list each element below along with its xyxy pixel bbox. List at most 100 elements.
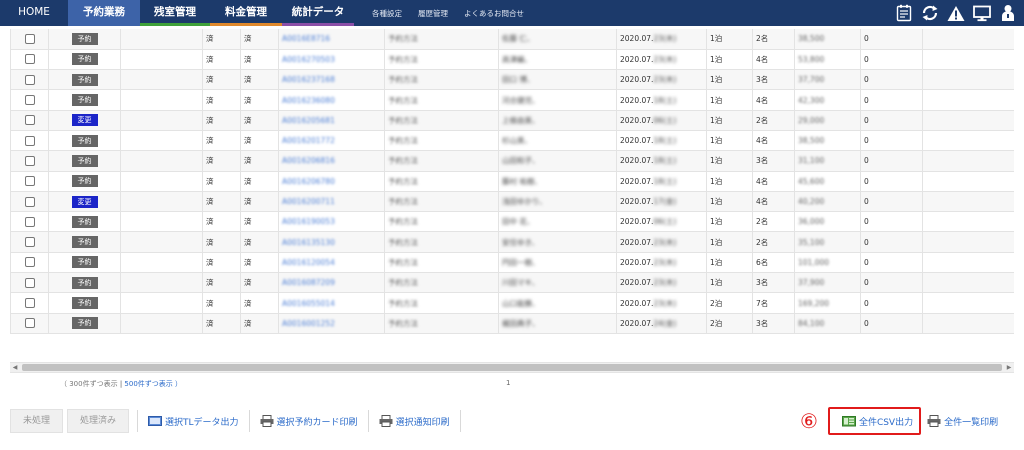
reservation-status-badge[interactable]: 予約 [71,175,98,188]
csv-file-icon [841,415,856,427]
date-cell: 2020.07.18(土) [616,150,707,172]
table-row[interactable]: 予約済済 A0016270503 予約方法 高津編、 2020.07.23(木) 1泊 4名… [10,49,1014,71]
reservation-status-badge[interactable]: 予約 [71,32,98,45]
row-checkbox[interactable] [24,216,35,227]
tab-room-inventory[interactable]: 残室管理 [140,0,210,26]
row-checkbox[interactable] [24,277,35,288]
reservation-type-cell: 予約方法 [384,231,499,253]
tab-pricing[interactable]: 料金管理 [210,0,282,26]
row-checkbox[interactable] [24,115,35,126]
reservation-id-link[interactable]: A0016E8716 [282,34,330,43]
scroll-left-arrow-icon[interactable]: ◀ [10,363,20,372]
selected-tl-output-button[interactable]: 選択TLデータ出力 [142,410,245,432]
table-row[interactable]: 予約済済 A0016087209 予約方法 川田マキ、 2020.07.23(木) 1泊 3… [10,272,1014,294]
reservation-id-link[interactable]: A0016236080 [282,96,335,105]
reservation-status-badge[interactable]: 変更 [71,114,98,127]
reservation-id-link[interactable]: A0016087209 [282,278,335,287]
reservation-status-badge[interactable]: 予約 [71,256,98,269]
tab-home[interactable]: HOME [0,0,68,26]
csv-all-output-button[interactable]: 全件CSV出力 [841,410,913,432]
point-cell: 0 [860,231,923,253]
reservation-status-badge[interactable]: 予約 [71,94,98,107]
page-size-500-link[interactable]: 500件ずつ表示 ） [124,380,182,388]
reservation-status-badge[interactable]: 変更 [71,195,98,208]
reservation-id-link[interactable]: A0016190053 [282,217,335,226]
guest-name: 田口 博、 [502,75,535,85]
row-checkbox[interactable] [24,196,35,207]
row-checkbox[interactable] [24,298,35,308]
row-checkbox[interactable] [24,74,35,85]
table-row[interactable]: 予約済済 A0016236080 予約方法 河合健児、 2020.07.18(土) 1泊 4… [10,89,1014,111]
guest-name-cell: 田中 花、 [498,211,617,233]
table-row[interactable]: 予約済済 A0016237168 予約方法 田口 博、 2020.07.23(木) 1泊 3… [10,69,1014,91]
reservation-id-link[interactable]: A0016135130 [282,238,335,247]
table-row[interactable]: 変更済済 A0016200711 予約方法 浅田ゆかり、 2020.07.17(金) 1泊… [10,191,1014,213]
point-cell: 0 [860,211,923,233]
table-row[interactable]: 予約済済 A0016055014 予約方法 山口能勝、 2020.07.23(木) 2泊 7… [10,292,1014,314]
reservation-id-link[interactable]: A0016270503 [282,55,335,64]
reservation-id-link[interactable]: A0016205681 [282,116,335,125]
nav-link-settings[interactable]: 各種設定 [364,0,410,26]
selected-notice-print-button[interactable]: 選択通知印刷 [373,410,456,432]
table-row[interactable]: 予約済済 A0016001252 予約方法 梶田典子、 2020.07.24(金) 2泊 3… [10,313,1014,334]
table-row[interactable]: 予約済済 A0016206780 予約方法 藤村 祐樹、 2020.07.18(土) 1泊… [10,171,1014,192]
table-row[interactable]: 予約済済 A0016206816 予約方法 山田和子、 2020.07.18(土) 1泊 3… [10,150,1014,172]
row-checkbox[interactable] [24,33,35,44]
table-row[interactable]: 予約済済 A0016135130 予約方法 安住ゆき、 2020.07.23(木) 1泊 2… [10,231,1014,253]
reservation-status-badge[interactable]: 予約 [71,236,98,249]
row-checkbox[interactable] [24,176,35,187]
table-row[interactable]: 変更済済 A0016205681 予約方法 上條由美、 2020.07.06(土) 1泊 2… [10,110,1014,131]
reservation-status-badge[interactable]: 予約 [71,134,98,147]
reservation-id-link[interactable]: A0016120054 [282,258,335,267]
table-row[interactable]: 予約済済 A0016201772 予約方法 杉山美、 2020.07.18(土) 1泊 4名… [10,130,1014,152]
reservation-id-link[interactable]: A0016237168 [282,75,335,84]
page-size-300-link[interactable]: （ 300件ずつ表示 [60,380,118,388]
table-row[interactable]: 予約済済 A0016E8716 予約方法 佐藤 仁、 2020.07.23(木) 1泊 2名… [10,29,1014,50]
page-number[interactable]: 1 [506,379,510,387]
reservation-status-badge[interactable]: 予約 [71,73,98,86]
reservation-id-link[interactable]: A0016055014 [282,299,335,308]
monitor-icon[interactable] [972,3,992,23]
check1-cell: 済 [202,171,241,192]
nav-link-history[interactable]: 履歴管理 [410,0,456,26]
reservation-status-badge[interactable]: 予約 [71,215,98,228]
table-row[interactable]: 予約済済 A0016190053 予約方法 田中 花、 2020.07.06(土) 1泊 2… [10,211,1014,233]
scrollbar-thumb[interactable] [22,364,1002,371]
reservation-status-badge[interactable]: 予約 [71,53,98,66]
reservation-id-link[interactable]: A0016200711 [282,197,335,206]
scroll-right-arrow-icon[interactable]: ▶ [1004,363,1014,372]
nav-link-faq[interactable]: よくあるお問合せ [456,0,532,26]
check2-cell: 済 [240,150,279,172]
reservation-id-link[interactable]: A0016201772 [282,136,335,145]
reservation-status-badge[interactable]: 予約 [71,317,98,330]
guest-name-cell: 杉山美、 [498,130,617,152]
row-checkbox[interactable] [24,237,35,248]
reservation-id-link[interactable]: A0016206780 [282,177,335,186]
row-checkbox[interactable] [24,155,35,166]
report-icon[interactable] [894,3,914,23]
price-value: 38,500 [798,34,825,44]
row-checkbox[interactable] [24,257,35,268]
reservation-status-badge[interactable]: 予約 [71,154,98,167]
empty-cell [120,110,203,131]
user-icon[interactable] [998,3,1018,23]
reservation-id-link[interactable]: A0016206816 [282,156,335,165]
row-checkbox[interactable] [24,95,35,106]
reservation-status-badge[interactable]: 予約 [71,276,98,289]
selected-card-print-button[interactable]: 選択予約カード印刷 [254,410,364,432]
tab-statistics[interactable]: 統計データ [282,0,354,26]
reservation-id-link[interactable]: A0016001252 [282,319,335,328]
unprocessed-button[interactable]: 未処理 [10,409,64,433]
horizontal-scrollbar[interactable]: ◀ ▶ [10,362,1014,373]
empty-cell [922,29,1014,50]
tab-reservations[interactable]: 予約業務 [68,0,140,26]
refresh-icon[interactable] [920,3,940,23]
row-checkbox[interactable] [24,135,35,146]
reservation-status-badge[interactable]: 予約 [71,297,98,309]
alert-icon[interactable] [946,3,966,23]
row-checkbox[interactable] [24,54,35,65]
processed-button[interactable]: 処理済み [67,409,130,433]
list-all-print-button[interactable]: 全件一覧印刷 [925,410,1000,432]
row-checkbox[interactable] [24,318,35,329]
table-row[interactable]: 予約済済 A0016120054 予約方法 円田一樹、 2020.07.23(木) 1泊 6… [10,252,1014,274]
